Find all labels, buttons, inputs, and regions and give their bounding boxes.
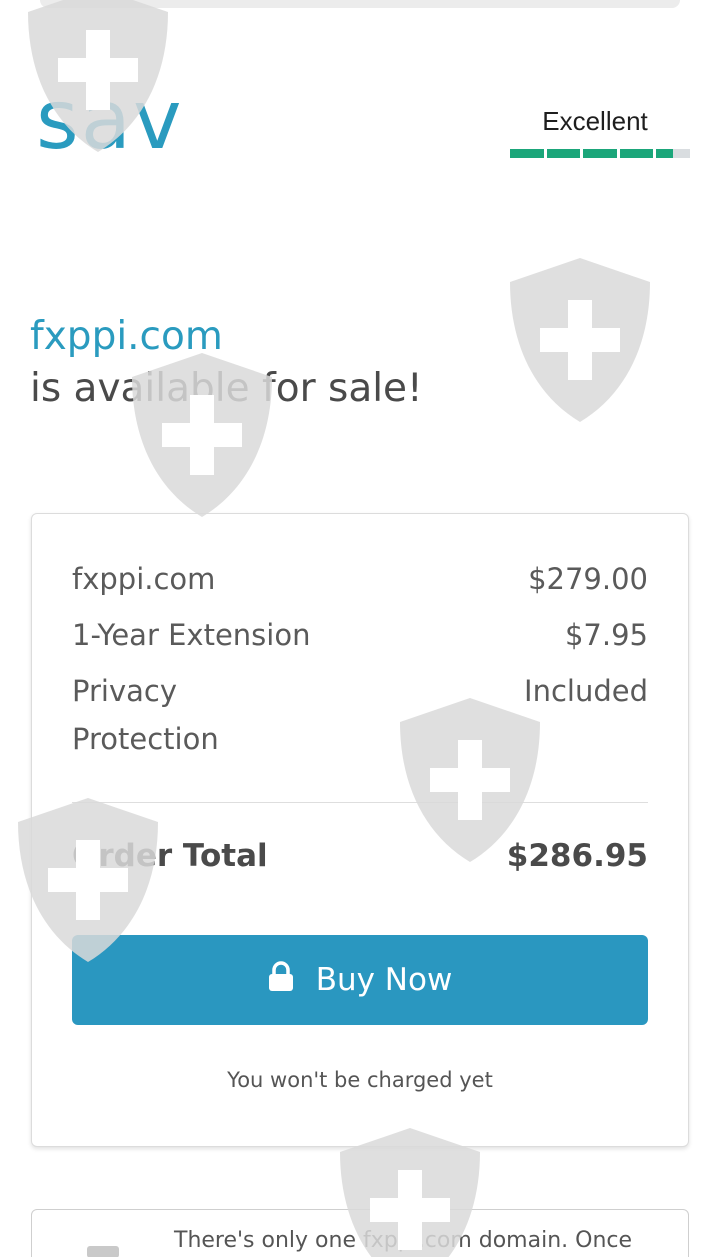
divider	[72, 802, 648, 803]
buy-now-label: Buy Now	[315, 962, 453, 998]
order-line-domain: fxppi.com $279.00	[72, 555, 648, 603]
lock-icon	[268, 961, 294, 999]
top-bar-edge	[40, 0, 680, 8]
order-total-label: Order Total	[72, 838, 268, 874]
rating-label: Excellent	[542, 106, 648, 136]
order-line-label-line2: Protection	[72, 722, 219, 756]
rating-star	[656, 149, 690, 158]
rating-star	[583, 149, 617, 158]
site-logo[interactable]: sav	[36, 80, 184, 162]
info-icon	[87, 1246, 119, 1257]
rating-star	[546, 149, 581, 158]
order-line-label: fxppi.com	[72, 562, 216, 596]
order-line-label: Privacy Protection	[72, 667, 219, 763]
order-line-label: 1-Year Extension	[72, 618, 311, 652]
info-text: There's only one fxppi.com domain. Once	[174, 1228, 633, 1253]
rating-widget[interactable]: Excellent	[510, 106, 690, 158]
rating-star	[510, 149, 544, 158]
info-card: There's only one fxppi.com domain. Once	[31, 1209, 689, 1257]
order-line-value: Included	[524, 674, 648, 708]
order-total: Order Total $286.95	[72, 838, 648, 874]
order-summary-card: fxppi.com $279.00 1-Year Extension $7.95…	[31, 513, 689, 1147]
order-line-privacy: Privacy Protection Included	[72, 667, 648, 763]
headline-subtitle: is available for sale!	[30, 366, 423, 411]
charge-note: You won't be charged yet	[227, 1068, 493, 1092]
order-line-label-line1: Privacy	[72, 674, 177, 708]
headline-domain: fxppi.com	[30, 314, 223, 359]
order-line-value: $279.00	[528, 562, 648, 596]
order-total-value: $286.95	[506, 838, 648, 874]
order-line-extension: 1-Year Extension $7.95	[72, 611, 648, 659]
buy-now-button[interactable]: Buy Now	[72, 935, 648, 1025]
order-line-value: $7.95	[564, 618, 648, 652]
rating-star	[619, 149, 654, 158]
rating-bar	[510, 149, 690, 158]
shield-plus-icon	[510, 258, 650, 422]
